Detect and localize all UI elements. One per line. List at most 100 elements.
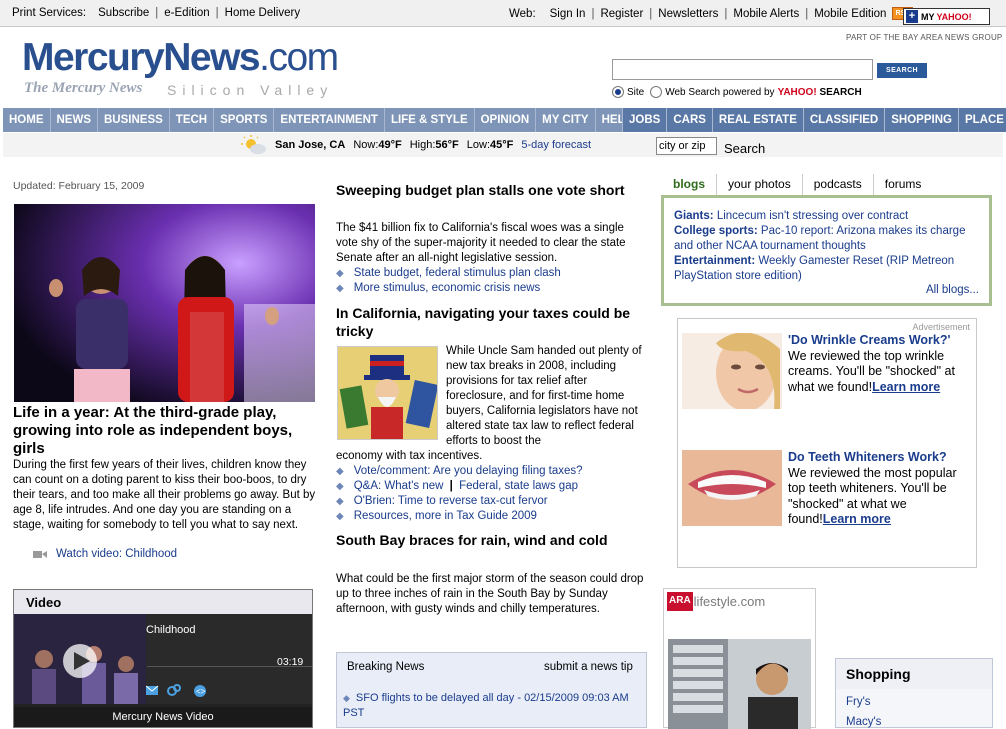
video-title[interactable]: Childhood [146,624,196,636]
nav-shopping[interactable]: SHOPPING [884,108,958,132]
breaking-item-link[interactable]: SFO flights to be delayed all day - 02/1… [343,692,629,719]
web-services: Web: Sign In | Register | Newsletters | Mob… [509,7,913,20]
newsletters-link[interactable]: Newsletters [658,8,718,20]
tab-your-photos[interactable]: your photos [717,174,803,195]
updated-date: Updated: February 15, 2009 [13,180,145,192]
tab-forums[interactable]: forums [874,174,933,195]
story2-link-4: ◆ Resources, more in Tax Guide 2009 [336,510,537,522]
all-blogs-link[interactable]: All blogs... [926,283,979,298]
nav-life-style[interactable]: LIFE & STYLE [385,108,475,132]
web-radio[interactable] [650,86,663,98]
nav-entertainment[interactable]: ENTERTAINMENT [274,108,385,132]
forecast-link[interactable]: 5-day forecast [521,139,591,151]
school-play-photo [14,204,315,402]
search-word: SEARCH [819,86,862,98]
nav-real-estate[interactable]: REAL ESTATE [711,108,803,132]
web-label: Web: [509,7,536,20]
video-footer[interactable]: Mercury News Video [14,707,312,727]
nav-sports[interactable]: SPORTS [214,108,275,132]
add-to-my-yahoo-button[interactable]: + MY YAHOO! [903,8,990,25]
nav-tech[interactable]: TECH [170,108,215,132]
nav-cars[interactable]: CARS [666,108,712,132]
story1-link-2: ◆ More stimulus, economic crisis news [336,282,541,294]
watch-video-link[interactable]: Watch video: Childhood [56,548,177,560]
video-camera-icon [33,551,47,558]
main-story-body: During the first few years of their live… [13,459,316,531]
story1-body: The $41 billion fix to California's fisc… [336,222,626,264]
site-radio-label: Site [627,86,645,98]
part-of-group: PART OF THE BAY AREA NEWS GROUP [846,33,1003,42]
server-room-photo [668,639,811,729]
breaking-news-title: Breaking News [347,661,425,673]
search-input[interactable] [612,59,873,80]
search-button[interactable]: SEARCH [877,63,927,78]
logo-region: Silicon Valley [167,82,334,98]
yahoo-logo: YAHOO! [777,86,817,98]
ad2-title[interactable]: Do Teeth Whiteners Work? [788,450,947,464]
nav-classified[interactable]: CLASSIFIED [802,108,884,132]
site-radio[interactable] [612,86,624,98]
blog-item: Giants: Lincecum isn't stressing over co… [674,210,909,222]
classifieds-nav: JOBS CARS REAL ESTATE CLASSIFIED SHOPPIN… [622,108,1006,132]
link-icon [167,684,181,696]
logo-main: MercuryNews [22,36,261,79]
register-link[interactable]: Register [600,8,643,20]
email-icon [146,685,159,695]
e-edition-link[interactable]: e-Edition [164,7,209,19]
story1-headline[interactable]: Sweeping budget plan stalls one vote sho… [336,181,646,199]
video-player[interactable]: Childhood 03:19 <> [14,614,312,704]
ad-face-image[interactable] [682,333,782,409]
ara-brand: ARA [667,592,693,611]
utility-bar: Print Services: Subscribe | e-Edition | Ho… [0,0,1006,27]
uncle-sam-illustration[interactable] [337,346,438,440]
story2-link-3: ◆ O'Brien: Time to reverse tax-cut fervor [336,495,548,507]
shopping-link-frys[interactable]: Fry's [846,696,871,708]
ara-logo: ARA lifestyle.com [667,592,765,611]
mobile-edition-link[interactable]: Mobile Edition [814,8,886,20]
nav-business[interactable]: BUSINESS [98,108,170,132]
video-box-title: Video [14,590,312,614]
nav-news[interactable]: NEWS [51,108,98,132]
plus-icon: + [906,10,918,23]
video-widget: Video Childhood 03:19 <> Mercury News Vi… [13,589,313,728]
story2-link-1: ◆ Vote/comment: Are you delaying filing t… [336,465,583,477]
weather-search-button[interactable]: Search [724,141,765,156]
subscribe-link[interactable]: Subscribe [98,7,149,19]
breaking-news-box: Breaking News submit a news tip ◆ SFO fli… [336,652,647,728]
mobile-alerts-link[interactable]: Mobile Alerts [733,8,799,20]
now-label: Now: [353,139,379,151]
tab-blogs[interactable]: blogs [661,174,717,195]
shopping-box: Shopping Fry's Macy's [835,658,993,728]
print-services: Print Services: Subscribe | e-Edition | Ho… [12,7,301,19]
main-headline[interactable]: Life in a year: At the third-grade play,… [13,404,325,458]
sign-in-link[interactable]: Sign In [550,8,586,20]
ara-lifestyle-box[interactable]: ARA lifestyle.com [663,588,816,729]
main-story-photo[interactable] [14,204,315,402]
home-delivery-link[interactable]: Home Delivery [225,7,300,19]
nav-home[interactable]: HOME [3,108,51,132]
city-zip-input[interactable]: city or zip [656,137,717,155]
nav-my-city[interactable]: MY CITY [536,108,596,132]
ad-smile-image[interactable] [682,450,782,526]
shopping-link-macys[interactable]: Macy's [846,716,881,728]
story3-headline[interactable]: South Bay braces for rain, wind and cold [336,531,646,549]
weather-city: San Jose, CA [275,139,346,151]
blog-item: College sports: Pac-10 report: Arizona m… [674,225,966,252]
blog-item: Entertainment: Weekly Gamester Reset (RI… [674,255,955,282]
community-tabs: blogs your photos podcasts forums [661,174,932,195]
submit-news-tip-link[interactable]: submit a news tip [544,661,633,673]
ad1-title[interactable]: 'Do Wrinkle Creams Work?' [788,333,950,347]
high-label: High: [409,139,436,151]
weather-bar: San Jose, CA Now: 49°F High: 56°F Low: 45°F… [3,133,1003,157]
nav-place-ad[interactable]: PLACE AD [957,108,1006,132]
nav-jobs[interactable]: JOBS [622,108,666,132]
nav-opinion[interactable]: OPINION [475,108,537,132]
ad2-learn-more[interactable]: Learn more [823,512,891,526]
video-thumbnail[interactable] [14,614,146,704]
tab-podcasts[interactable]: podcasts [803,174,874,195]
logo-suffix: .com [259,36,339,79]
video-actions: <> [146,684,206,697]
story2-headline[interactable]: In California, navigating your taxes cou… [336,304,646,340]
site-logo[interactable]: MercuryNews.com [22,36,339,79]
ad1-learn-more[interactable]: Learn more [872,380,940,394]
